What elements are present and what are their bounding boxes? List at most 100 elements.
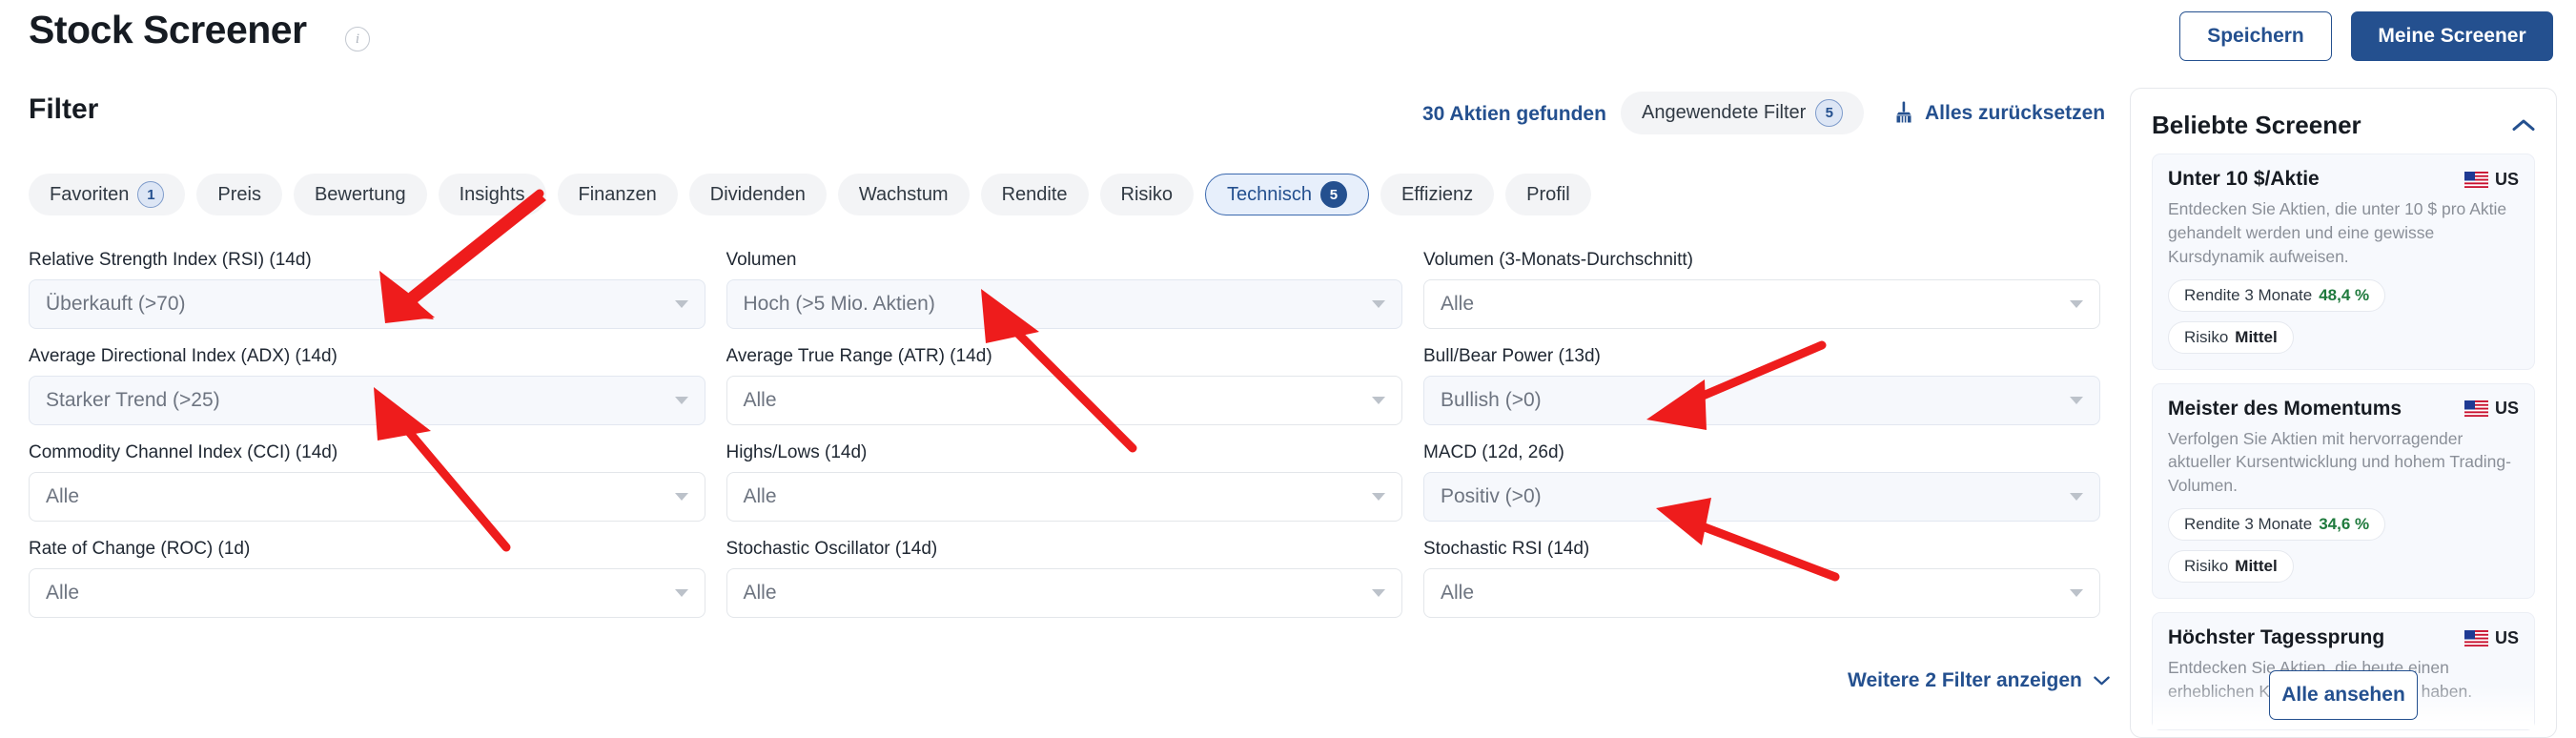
tab-finanzen[interactable]: Finanzen (557, 174, 678, 215)
tab-dividenden[interactable]: Dividenden (688, 174, 827, 215)
filter-select[interactable]: Starker Trend (>25) (29, 376, 705, 425)
chevron-down-icon (1372, 493, 1385, 501)
screener-market: US (2464, 399, 2519, 419)
filter-label: Commodity Channel Index (CCI) (14d) (29, 442, 338, 462)
filter-select[interactable]: Alle (726, 472, 1402, 522)
screener-tag-label: Risiko (2184, 327, 2229, 346)
screener-description: Entdecken Sie Aktien, die unter 10 $ pro… (2168, 199, 2507, 266)
screener-market-label: US (2494, 627, 2519, 647)
filter-select-value: Alle (46, 582, 80, 604)
save-button[interactable]: Speichern (2179, 11, 2332, 61)
page-title: Stock Screener (29, 8, 307, 51)
chevron-down-icon (674, 589, 688, 597)
filter-label: Volumen (3-Monats-Durchschnitt) (1423, 250, 1693, 270)
header-actions: Speichern Meine Screener (2179, 11, 2553, 61)
chevron-down-icon (2069, 300, 2083, 308)
reset-all-button[interactable]: Alles zurücksetzen (1892, 101, 2105, 126)
chevron-down-icon (2069, 589, 2083, 597)
results-count[interactable]: 30 Aktien gefunden (1422, 103, 1606, 126)
tab-rendite[interactable]: Rendite (980, 174, 1089, 215)
popular-screeners-list: Unter 10 $/Aktie US Entdecken Sie Aktien, … (2152, 154, 2535, 737)
screener-tag-value: Mittel (2235, 557, 2278, 576)
filter-field: Average Directional Index (ADX) (14d) Sta… (29, 346, 726, 425)
tab-insights[interactable]: Insights (438, 174, 546, 215)
filter-select[interactable]: Alle (29, 472, 705, 522)
filter-select[interactable]: Alle (726, 568, 1402, 618)
chevron-down-icon (1372, 397, 1385, 404)
tab-profil[interactable]: Profil (1505, 174, 1591, 215)
applied-filters-count: 5 (1815, 99, 1844, 127)
filter-field: Highs/Lows (14d) Alle (726, 442, 1424, 522)
filter-select[interactable]: Alle (726, 376, 1402, 425)
screener-market: US (2464, 170, 2519, 190)
show-more-filters-label: Weitere 2 Filter anzeigen (1848, 669, 2082, 691)
filter-select-value: Hoch (>5 Mio. Aktien) (743, 293, 935, 315)
filter-select-value: Überkauft (>70) (46, 293, 186, 315)
filter-select[interactable]: Bullish (>0) (1423, 376, 2100, 425)
screener-tag-label: Rendite 3 Monate (2184, 285, 2313, 304)
tab-risiko[interactable]: Risiko (1099, 174, 1194, 215)
filter-label: Relative Strength Index (RSI) (14d) (29, 250, 312, 270)
view-all-button[interactable]: Alle ansehen (2269, 670, 2418, 720)
tab-bewertung[interactable]: Bewertung (293, 174, 427, 215)
us-flag-icon (2464, 400, 2488, 418)
filter-label: Bull/Bear Power (13d) (1423, 346, 1601, 366)
filter-row: Relative Strength Index (RSI) (14d) Überk… (29, 250, 2121, 346)
filter-select-value: Alle (1441, 582, 1475, 604)
applied-filters-label: Angewendete Filter (1642, 102, 1807, 123)
popular-screeners-title: Beliebte Screener (2152, 110, 2361, 139)
my-screeners-button[interactable]: Meine Screener (2351, 11, 2553, 61)
info-icon[interactable]: i (345, 27, 370, 51)
filter-field: Commodity Channel Index (CCI) (14d) Alle (29, 442, 726, 522)
tab-favoriten[interactable]: Favoriten 1 (29, 174, 186, 215)
screener-tag: Rendite 3 Monate 48,4 % (2168, 278, 2386, 312)
filter-select[interactable]: Alle (1423, 279, 2100, 329)
filter-select[interactable]: Hoch (>5 Mio. Aktien) (726, 279, 1402, 329)
filter-select[interactable]: Überkauft (>70) (29, 279, 705, 329)
tab-preis[interactable]: Preis (196, 174, 282, 215)
applied-filters-chip[interactable]: Angewendete Filter 5 (1621, 92, 1865, 134)
filter-label: Average Directional Index (ADX) (14d) (29, 346, 337, 366)
filter-select[interactable]: Alle (29, 568, 705, 618)
screener-market-label: US (2494, 169, 2519, 189)
filter-select[interactable]: Alle (1423, 568, 2100, 618)
popular-screeners-footer: Alle ansehen (2131, 670, 2556, 720)
screener-card-header: Meister des Momentums US (2168, 398, 2519, 420)
chevron-up-icon[interactable] (2512, 118, 2535, 132)
tab-wachstum[interactable]: Wachstum (837, 174, 970, 215)
filter-grid: Relative Strength Index (RSI) (14d) Überk… (29, 250, 2121, 635)
filter-field: Average True Range (ATR) (14d) Alle (726, 346, 1424, 425)
us-flag-icon (2464, 629, 2488, 646)
tab-badge: 5 (1319, 181, 1347, 208)
filter-label: Rate of Change (ROC) (1d) (29, 539, 251, 559)
filter-select-value: Bullish (>0) (1441, 389, 1542, 411)
page-header: Stock Screener i Speichern Meine Screene… (0, 0, 2576, 88)
screener-tags: Rendite 3 Monate 34,6 % Risiko Mittel (2168, 508, 2519, 584)
tab-label: Risiko (1120, 183, 1173, 205)
tab-label: Bewertung (314, 183, 406, 205)
screener-description: Verfolgen Sie Aktien mit hervorragender … (2168, 428, 2511, 496)
tab-label: Favoriten (50, 183, 130, 205)
screener-market-label: US (2494, 399, 2519, 419)
tab-technisch[interactable]: Technisch 5 (1205, 174, 1369, 215)
screener-market: US (2464, 628, 2519, 648)
filter-label: Stochastic RSI (14d) (1423, 539, 1590, 559)
screener-tag-value: Mittel (2235, 327, 2278, 346)
screener-card[interactable]: Unter 10 $/Aktie US Entdecken Sie Aktien, … (2152, 154, 2535, 370)
filter-row: Commodity Channel Index (CCI) (14d) Alle H… (29, 442, 2121, 539)
screener-tag-value: 34,6 % (2319, 515, 2370, 534)
filter-select-value: Alle (743, 485, 777, 507)
filter-select-value: Alle (743, 582, 777, 604)
chevron-down-icon (1372, 300, 1385, 308)
tab-label: Profil (1526, 183, 1570, 205)
us-flag-icon (2464, 171, 2488, 188)
chevron-down-icon (674, 493, 688, 501)
screener-name: Unter 10 $/Aktie (2168, 168, 2320, 190)
popular-screeners-panel: Beliebte Screener Unter 10 $/Aktie US Entd… (2130, 88, 2557, 738)
tab-effizienz[interactable]: Effizienz (1380, 174, 1495, 215)
screener-tag: Risiko Mittel (2168, 550, 2294, 584)
filter-select-value: Alle (46, 485, 80, 507)
show-more-filters-button[interactable]: Weitere 2 Filter anzeigen (1848, 669, 2110, 692)
filter-select[interactable]: Positiv (>0) (1423, 472, 2100, 522)
screener-card[interactable]: Meister des Momentums US Verfolgen Sie Akt… (2152, 382, 2535, 600)
